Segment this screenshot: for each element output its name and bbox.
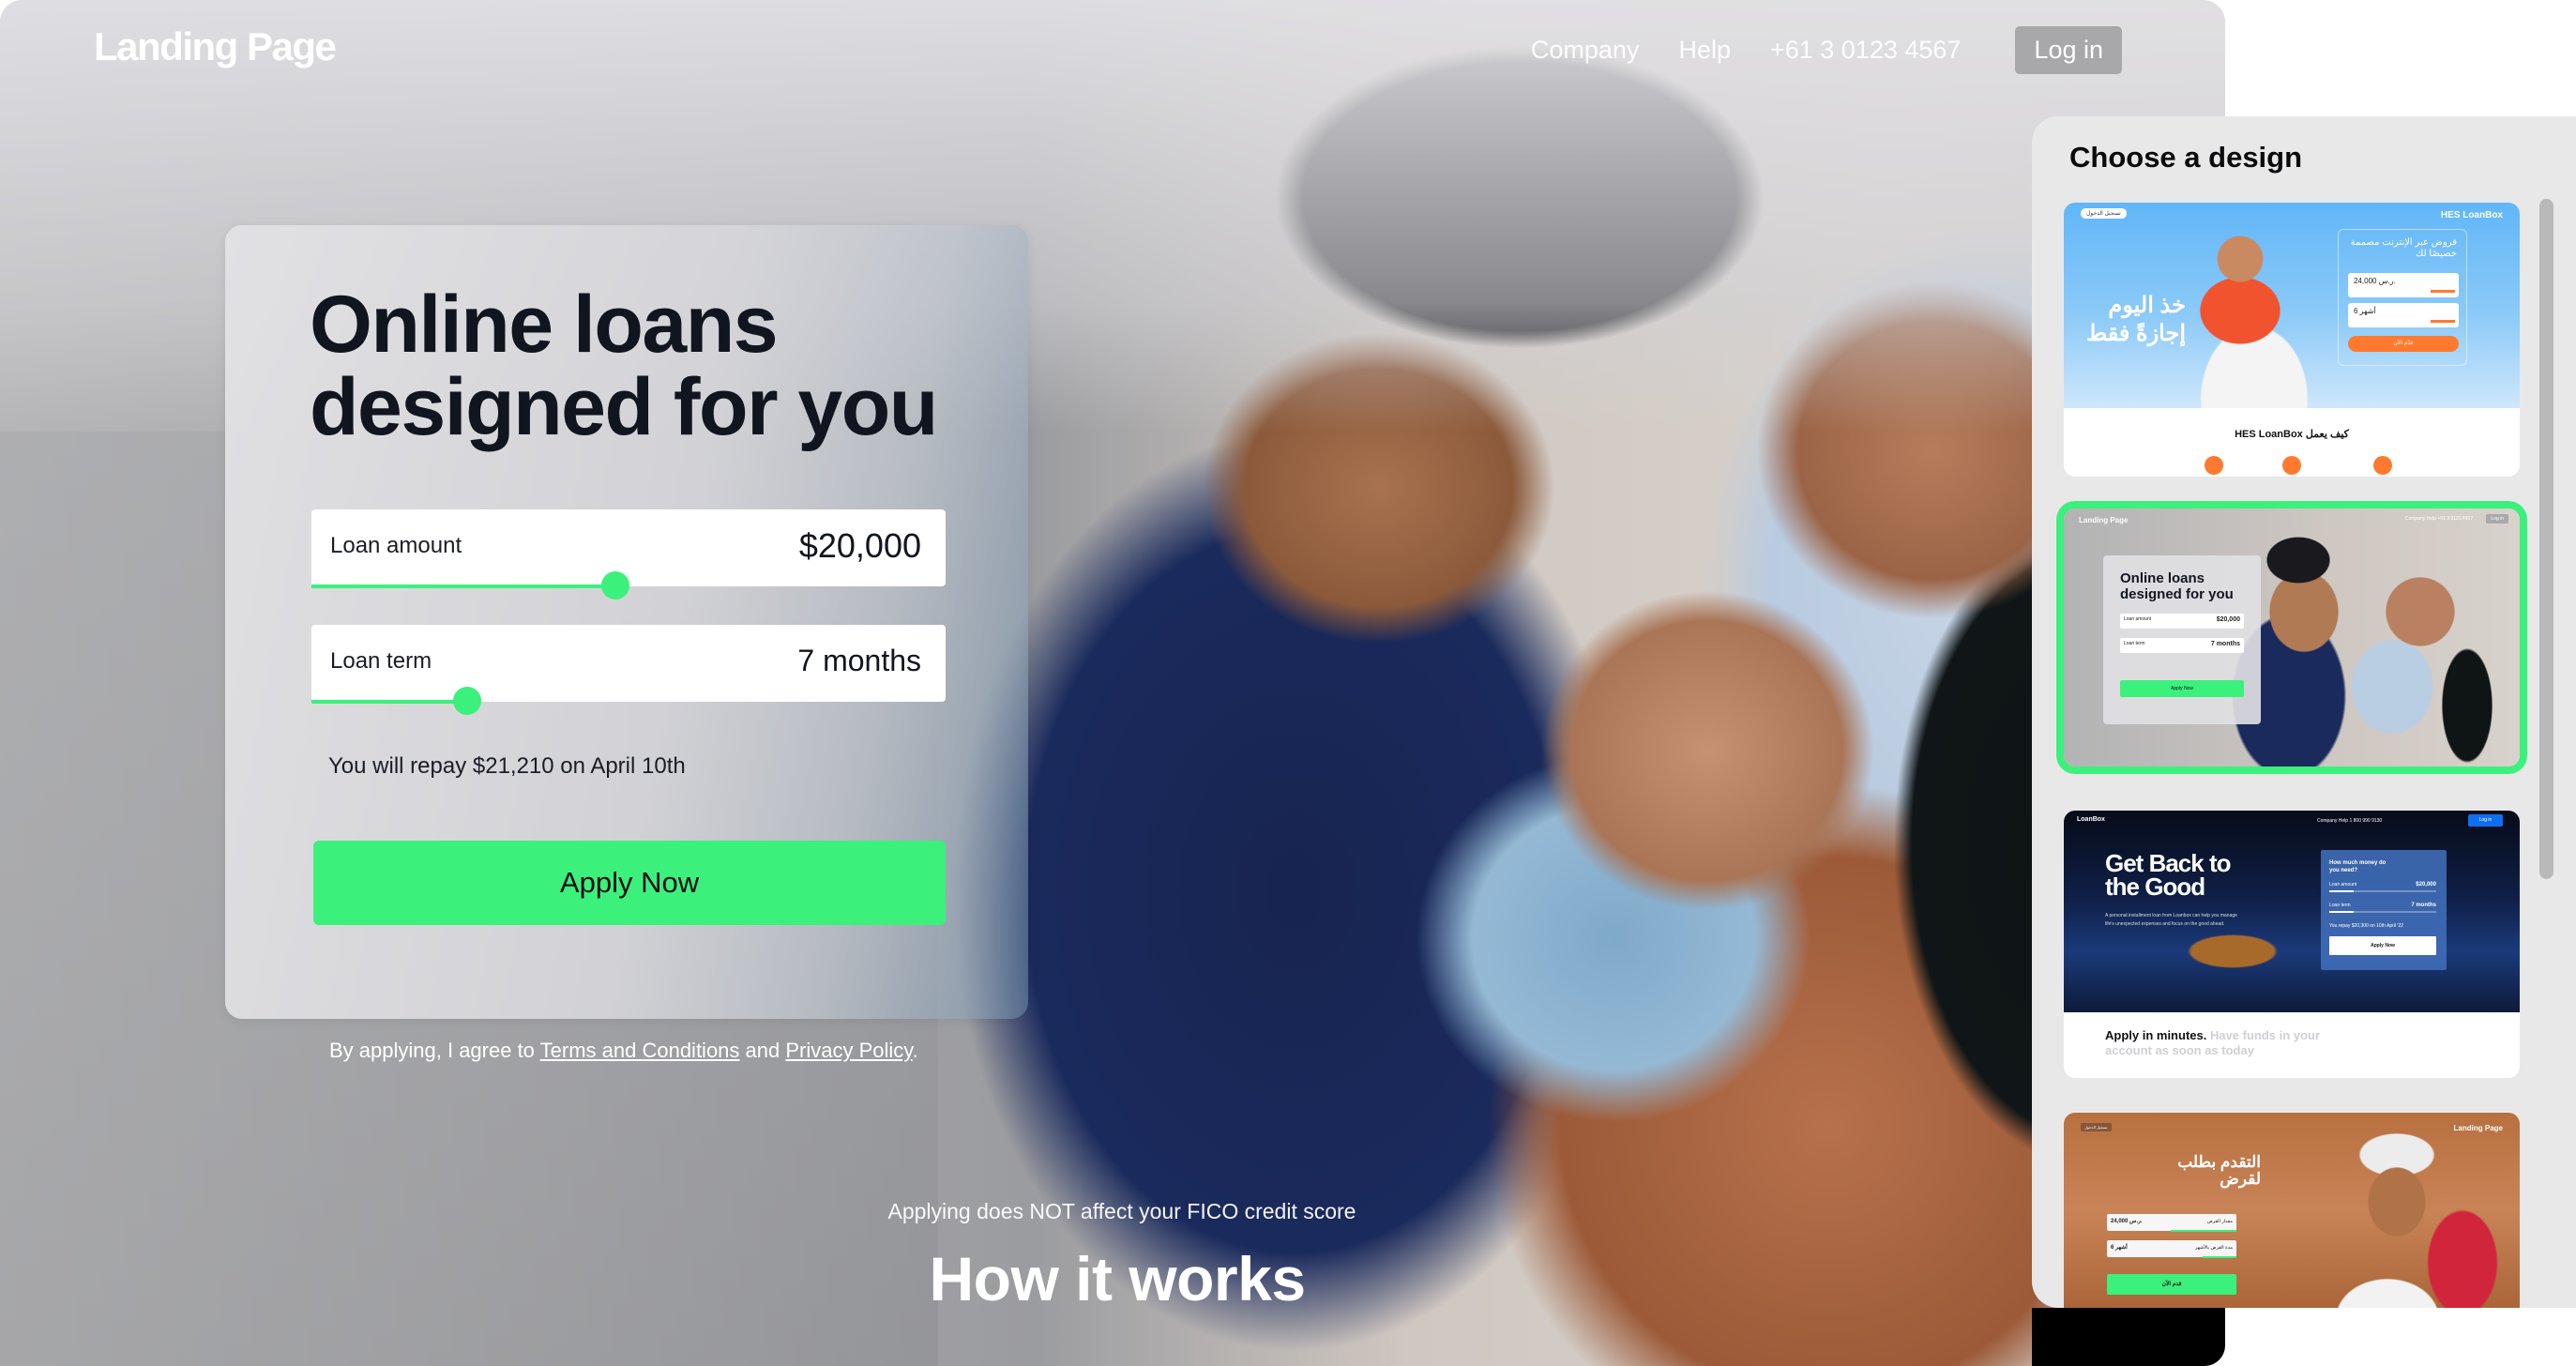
thumb-cta: قدم الآن [2107,1274,2236,1295]
thumb-amount-field: Loan amount $20,000 [2329,882,2436,892]
legal-suffix: . [912,1039,918,1062]
thumb-repay-text: You repay $20,300 on 10th April '22 [2329,923,2403,929]
wallet-icon [2373,456,2392,475]
nav-company-link[interactable]: Company [1531,36,1640,65]
thumb-login: Log in [2486,514,2508,524]
legal-prefix: By applying, I agree to [329,1039,540,1062]
nav-help-link[interactable]: Help [1678,36,1731,65]
repayment-summary: You will repay $21,210 on April 10th [328,753,686,779]
form-icon [2205,456,2223,475]
thumb-photo [2174,221,2325,408]
thumb-amount-value: 24,000 ر.س. [2111,1219,2143,1224]
thumb-form: How much money do you need? Loan amount $… [2321,850,2447,970]
thumb-term-value: 7 months [2411,903,2436,908]
loan-term-value: 7 months [797,644,921,677]
login-button[interactable]: Log in [2015,26,2122,74]
hero-section: Landing Page Company Help +61 3 0123 456… [0,0,2225,1366]
legal-notice: By applying, I agree to Terms and Condit… [329,1039,918,1063]
thumb-term-slider [2431,320,2455,323]
thumb-term-field: Loan term 7 months [2329,903,2436,913]
design-option-landing-page-arabic[interactable]: Landing Page تسجيل الدخول التقدم بطلب لق… [2064,1113,2520,1308]
thumb-headline: التقدم بطلب لقرض [2177,1153,2261,1188]
thumb-login: تسجيل الدخول [2081,1123,2112,1131]
page-edge-shadow [2032,1308,2225,1366]
thumb-amount-label: Loan amount [2329,882,2357,888]
thumb-amount-field: Loan amount $20,000 [2120,614,2244,629]
thumb-brand: LoanBox [2077,816,2105,823]
thumb-brand: Landing Page [2453,1124,2503,1132]
thumb-term-value: 6 أشهر [2111,1245,2128,1251]
thumb-headline: خذ اليوم إجازةً فقط [2085,293,2186,346]
page-headline: Online loans designed for you [310,280,938,452]
thumb-section-title: كيف يعمل HES LoanBox [2235,429,2349,440]
thumb-subtext: A personal installment loan from Loanbox… [2105,913,2237,927]
thumb-amount-field: 24,000 ر.س. [2348,273,2459,297]
thumb-form: قروض عبر الإنترنت مصممة خصيصًا لك 24,000… [2338,229,2467,366]
brand-logo[interactable]: Landing Page [94,24,337,69]
loan-term-slider-handle[interactable] [452,687,481,715]
document-check-icon [2282,456,2301,475]
thumb-login: Log in [2468,814,2503,827]
loan-amount-label: Loan amount [330,533,462,558]
loan-term-slider-fill [311,700,467,704]
thumb-form-title: قروض عبر الإنترنت مصممة خصيصًا لك [2350,237,2457,259]
panel-scrollbar[interactable] [2539,199,2553,879]
loan-amount-slider-handle[interactable] [601,571,630,600]
panel-title: Choose a design [2069,141,2303,174]
legal-middle: and [739,1039,786,1062]
loan-amount-slider[interactable] [311,571,946,600]
design-option-loanbox-dark[interactable]: LoanBox Company Help 1 800 990 9130 Log … [2064,811,2520,1078]
loan-amount-slider-fill [311,584,616,588]
how-it-works-heading: How it works [929,1244,1306,1313]
thumb-term-label: Loan term [2329,903,2351,908]
thumb-term-label: مدة القرض بالأشهر [2195,1245,2233,1251]
choose-design-panel: Choose a design HES LoanBox تسجيل الدخول… [2032,116,2576,1308]
thumb-amount-value: $20,000 [2416,882,2436,888]
loan-term-field[interactable]: Loan term 7 months [311,625,946,715]
apply-now-button[interactable]: Apply Now [313,841,946,925]
thumb-amount-label: مقدار القرض [2206,1219,2233,1224]
design-option-landing-page-selected[interactable]: Landing Page Company Help +61 3 0123 456… [2056,501,2527,774]
design-option-hes-loanbox-arabic[interactable]: HES LoanBox تسجيل الدخول خذ اليوم إجازةً… [2064,203,2520,477]
top-nav: Company Help +61 3 0123 4567 Log in [1492,26,2122,74]
thumb-headline: Online loans designed for you [2120,570,2234,602]
thumb-section-title: Apply in minutes. Have funds in your acc… [2105,1028,2349,1058]
thumb-term-value: 6 أشهر [2354,307,2376,315]
fico-note: Applying does NOT affect your FICO credi… [887,1199,1356,1223]
loan-term-label: Loan term [330,648,432,674]
thumb-amount-slider [2431,290,2455,293]
loan-amount-field[interactable]: Loan amount $20,000 [311,509,946,600]
thumb-amount-value: $20,000 [2216,616,2240,623]
thumb-cta: Apply Now [2329,936,2436,955]
thumb-nav: Company Help +61 3 0123 4567 [2404,516,2473,522]
thumb-amount-field: 24,000 ر.س. مقدار القرض [2107,1214,2236,1232]
thumb-headline: Get Back to the Good [2105,849,2232,901]
thumb-brand: Landing Page [2079,516,2129,524]
thumb-cta: قدّم الآن [2348,336,2459,352]
nav-phone-link[interactable]: +61 3 0123 4567 [1770,36,1961,65]
thumb-section-title-dark: Apply in minutes. [2105,1028,2207,1042]
thumb-term-value: 7 months [2210,641,2240,647]
terms-link[interactable]: Terms and Conditions [540,1039,740,1062]
thumb-term-field: Loan term 7 months [2120,638,2244,653]
thumb-brand: HES LoanBox [2440,210,2503,220]
thumb-amount-label: Loan amount [2124,616,2152,622]
loan-term-slider[interactable] [311,687,946,715]
thumb-form: Online loans designed for you Loan amoun… [2103,555,2261,724]
thumb-amount-value: 24,000 ر.س. [2354,277,2396,285]
thumb-login: تسجيل الدخول [2081,208,2127,219]
loan-amount-value: $20,000 [798,526,921,565]
thumb-term-label: Loan term [2124,641,2145,646]
thumb-form-title: How much money do you need? [2329,860,2387,873]
thumb-term-field: 6 أشهر [2348,303,2459,327]
thumb-cta: Apply Now [2120,680,2244,697]
privacy-policy-link[interactable]: Privacy Policy [785,1039,912,1062]
thumb-nav: Company Help 1 800 990 9130 [2317,818,2383,824]
loan-form-card: Online loans designed for you Loan amoun… [225,225,1028,1019]
thumb-term-field: 6 أشهر مدة القرض بالأشهر [2107,1240,2236,1258]
